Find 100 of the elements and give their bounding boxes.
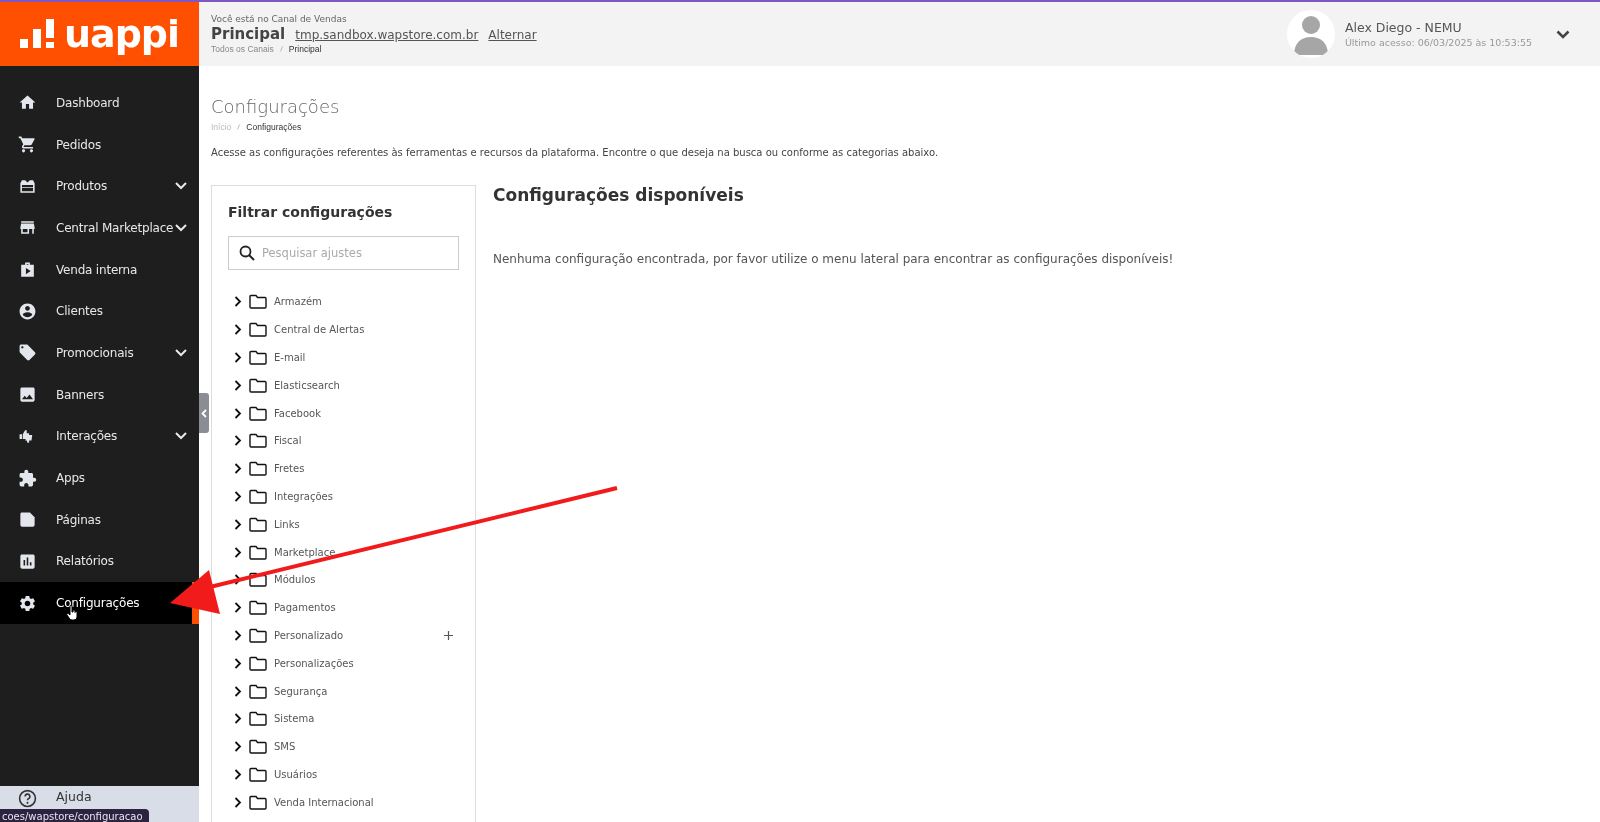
folder-icon bbox=[249, 350, 267, 365]
settings-icon bbox=[18, 593, 37, 613]
chevron-right-icon bbox=[234, 324, 242, 336]
help-link[interactable]: Ajuda bbox=[56, 789, 92, 804]
folder-icon bbox=[249, 711, 267, 727]
chevron-right-icon bbox=[234, 574, 242, 586]
folder-icon bbox=[249, 766, 267, 782]
sidebar-item[interactable]: Relatórios bbox=[0, 540, 199, 583]
bar-chart-icon bbox=[18, 551, 37, 571]
puzzle-icon bbox=[18, 468, 37, 488]
breadcrumb-separator-icon bbox=[237, 124, 241, 130]
folder-icon bbox=[249, 572, 267, 588]
folder-item[interactable]: SMS bbox=[228, 732, 459, 761]
sidebar-item[interactable]: Venda interna bbox=[0, 248, 199, 291]
folder-item[interactable]: Venda Internacional bbox=[228, 788, 459, 817]
folder-icon bbox=[249, 516, 267, 532]
folder-icon bbox=[249, 683, 267, 699]
breadcrumb-separator-icon bbox=[279, 46, 283, 52]
sidebar-item[interactable]: Dashboard bbox=[0, 82, 199, 124]
help-icon bbox=[18, 789, 37, 808]
folder-item[interactable]: E-mail bbox=[228, 343, 459, 372]
chevron-right-icon bbox=[234, 435, 242, 447]
chevron-right-icon bbox=[234, 602, 242, 614]
domain-link[interactable]: tmp.sandbox.wapstore.com.br bbox=[295, 28, 479, 42]
folder-item[interactable]: Armazém bbox=[228, 288, 459, 316]
page-description: Acesse as configurações referentes às ferramentas e recursos da plataforma. Encontre o que deseja na busca ou conforme as categorias abaixo. bbox=[211, 147, 940, 158]
channel-name: Principal bbox=[211, 25, 286, 43]
chevron-right-icon bbox=[234, 657, 242, 669]
chevron-right-icon bbox=[234, 490, 242, 502]
breadcrumb-item: Configurações bbox=[246, 122, 302, 132]
results-title: Configurações disponíveis bbox=[493, 185, 745, 205]
chevron-left-icon bbox=[201, 408, 207, 418]
folder-item[interactable]: Central de Alertas bbox=[228, 315, 459, 344]
sidebar-item[interactable]: Pedidos bbox=[0, 123, 199, 166]
empty-message: Nenhuma configuração encontrada, por favor utilize o menu lateral para encontrar as configurações disponíveis! bbox=[493, 252, 1174, 266]
chevron-right-icon bbox=[234, 546, 242, 558]
folder-icon bbox=[249, 655, 267, 671]
last-access-text: Último acesso: 06/03/2025 às 10:53:55 bbox=[1344, 37, 1532, 48]
channel-label: Você está no Canal de Vendas bbox=[211, 14, 348, 24]
image-icon bbox=[18, 385, 37, 405]
user-name: Alex Diego - NEMU bbox=[1344, 20, 1463, 35]
folder-item[interactable]: Fretes bbox=[228, 454, 459, 483]
sidebar-item[interactable]: Interações bbox=[0, 415, 199, 458]
folder-icon bbox=[249, 794, 267, 810]
collapse-handle[interactable] bbox=[199, 393, 209, 433]
bars-logo-icon bbox=[19, 19, 56, 49]
folder-icon bbox=[249, 488, 267, 504]
chevron-right-icon bbox=[234, 518, 242, 530]
folder-item[interactable]: Integrações bbox=[228, 482, 459, 511]
sidebar-item[interactable]: Central Marketplace bbox=[0, 207, 199, 249]
filter-title: Filtrar configurações bbox=[228, 204, 394, 220]
chevron-right-icon bbox=[234, 713, 242, 725]
folder-icon bbox=[249, 627, 267, 643]
search-icon bbox=[239, 245, 255, 261]
breadcrumb-item: Principal bbox=[288, 44, 322, 54]
page-icon bbox=[18, 510, 37, 530]
status-url: coes/wapstore/configuracao bbox=[0, 809, 149, 822]
folder-item[interactable]: Personalizado bbox=[228, 621, 459, 650]
search-field[interactable]: Pesquisar ajustes bbox=[228, 236, 459, 270]
chevron-right-icon bbox=[234, 741, 242, 753]
chevron-right-icon bbox=[234, 685, 242, 697]
folder-item[interactable]: Sistema bbox=[228, 704, 459, 733]
chevron-right-icon bbox=[234, 352, 242, 363]
folder-icon bbox=[249, 377, 267, 393]
folder-item[interactable]: Elasticsearch bbox=[228, 371, 459, 400]
folder-item[interactable]: Usuários bbox=[228, 760, 459, 789]
chevron-right-icon bbox=[234, 407, 242, 419]
folder-icon bbox=[249, 739, 267, 755]
sidebar-item[interactable]: Promocionais bbox=[0, 332, 199, 374]
folder-icon bbox=[249, 544, 267, 560]
chevron-right-icon bbox=[234, 796, 242, 808]
folder-item[interactable]: Facebook bbox=[228, 399, 459, 427]
sidebar-item[interactable]: Apps bbox=[0, 457, 199, 499]
plus-icon[interactable] bbox=[444, 630, 453, 640]
chevron-right-icon bbox=[234, 296, 242, 308]
cart-icon bbox=[18, 135, 37, 155]
person-silhouette-icon bbox=[1293, 13, 1328, 55]
tag-icon bbox=[18, 343, 37, 363]
chevron-right-icon bbox=[234, 379, 242, 391]
switch-link[interactable]: Alternar bbox=[488, 28, 537, 42]
sidebar-item[interactable]: Banners bbox=[0, 373, 199, 416]
sidebar-item[interactable]: Produtos bbox=[0, 165, 199, 208]
folder-icon bbox=[249, 322, 267, 338]
folder-item[interactable]: Fiscal bbox=[228, 427, 459, 455]
chevron-right-icon bbox=[234, 463, 242, 475]
folder-item[interactable]: Personalizações bbox=[228, 649, 459, 678]
folder-item[interactable]: Módulos bbox=[228, 565, 459, 594]
folder-icon bbox=[249, 405, 267, 421]
sidebar-item[interactable]: Páginas bbox=[0, 498, 199, 541]
folder-item[interactable]: Marketplace bbox=[228, 538, 459, 566]
chevron-right-icon bbox=[234, 629, 242, 641]
chevron-down-icon[interactable] bbox=[1556, 29, 1570, 39]
folder-item[interactable]: Links bbox=[228, 510, 459, 539]
chevron-right-icon bbox=[234, 768, 242, 780]
folder-icon bbox=[249, 461, 267, 477]
folder-icon bbox=[249, 600, 267, 616]
folder-icon bbox=[249, 294, 267, 310]
folder-item[interactable]: Pagamentos bbox=[228, 593, 459, 622]
sidebar-item[interactable]: Clientes bbox=[0, 290, 199, 333]
folder-item[interactable]: Segurança bbox=[228, 677, 459, 705]
